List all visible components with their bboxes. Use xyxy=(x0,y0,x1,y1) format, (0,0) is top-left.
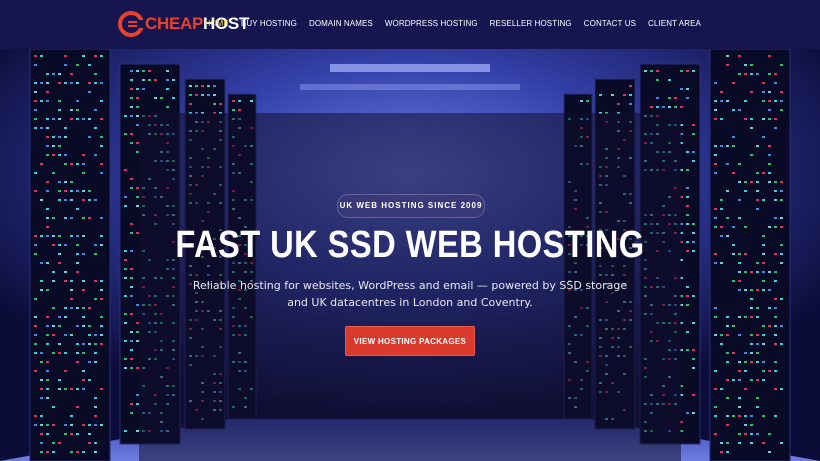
hero-subline: Reliable hosting for websites, WordPress… xyxy=(0,277,820,311)
since-badge: UK WEB HOSTING SINCE 2009 xyxy=(337,194,485,218)
hero-subline-2: and UK datacentres in London and Coventr… xyxy=(287,296,533,309)
nav-buy-hosting[interactable]: Buy Hosting xyxy=(241,19,297,28)
nav-reseller-hosting[interactable]: Reseller Hosting xyxy=(490,19,572,28)
top-navbar: CHEAPHOST Home Buy Hosting Domain Names … xyxy=(0,0,820,49)
hero-subline-1: Reliable hosting for websites, WordPress… xyxy=(192,279,628,292)
nav-client-area[interactable]: Client Area xyxy=(648,19,701,28)
nav-domain-names[interactable]: Domain Names xyxy=(309,19,373,28)
view-packages-button[interactable]: View Hosting Packages xyxy=(345,326,475,356)
nav-wordpress-hosting[interactable]: WordPress Hosting xyxy=(385,19,478,28)
logo-icon xyxy=(118,11,144,37)
nav-home[interactable]: Home xyxy=(204,19,228,28)
nav-contact-us[interactable]: Contact Us xyxy=(584,19,636,28)
main-menu: Home Buy Hosting Domain Names WordPress … xyxy=(192,19,701,28)
hero-headline: FAST UK SSD WEB HOSTING xyxy=(175,224,645,266)
